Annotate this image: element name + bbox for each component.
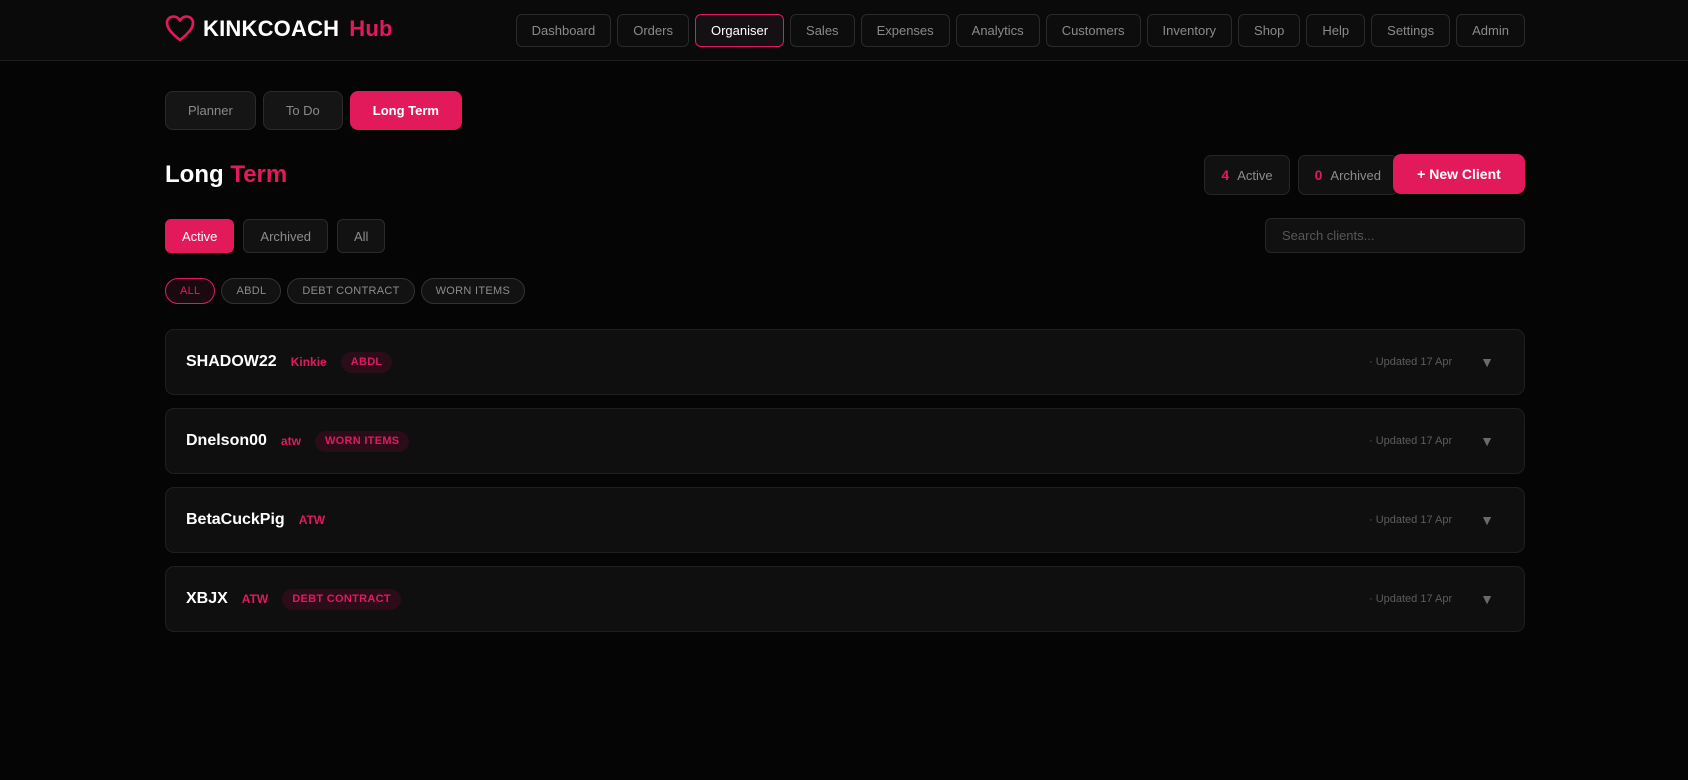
chevron-down-icon[interactable]: ▼ <box>1480 591 1494 607</box>
search-input[interactable] <box>1265 218 1525 253</box>
client-name: BetaCuckPig <box>186 511 285 528</box>
nav-item-settings[interactable]: Settings <box>1371 14 1451 47</box>
client-row[interactable]: BetaCuckPig ATW · Updated 17 Apr ▼ <box>165 487 1525 553</box>
client-tag-badge: WORN ITEMS <box>314 430 410 452</box>
category-chips: ALL ABDL DEBT CONTRACT WORN ITEMS <box>165 278 526 304</box>
client-updated-text: · Updated 17 Apr <box>1368 593 1453 605</box>
status-filters: Active Archived All <box>165 219 386 253</box>
brand-name-text: KINKCOACH <box>203 15 340 41</box>
active-count-label: Active <box>1237 167 1273 183</box>
brand[interactable]: KINKCOACH Hub <box>165 15 393 42</box>
organiser-tabs: Planner To Do Long Term <box>165 91 462 130</box>
client-tag-badge: DEBT CONTRACT <box>282 588 401 610</box>
nav-item-customers[interactable]: Customers <box>1045 14 1141 47</box>
filter-active[interactable]: Active <box>165 219 235 253</box>
client-platform: ATW <box>298 513 326 527</box>
stats-group: 4 Active 0 Archived <box>1204 155 1398 195</box>
heart-outline-icon <box>165 15 195 42</box>
nav-item-expenses[interactable]: Expenses <box>860 14 950 47</box>
client-platform: ATW <box>241 592 269 606</box>
client-name: XBJX <box>186 590 228 607</box>
filter-archived[interactable]: Archived <box>243 219 328 253</box>
chip-debt-contract[interactable]: DEBT CONTRACT <box>287 278 415 304</box>
main-nav: Dashboard Orders Organiser Sales Expenses Ana… <box>515 14 1525 47</box>
nav-item-sales[interactable]: Sales <box>790 14 855 47</box>
tab-to-do[interactable]: To Do <box>262 91 343 130</box>
nav-item-analytics[interactable]: Analytics <box>955 14 1040 47</box>
chevron-down-icon[interactable]: ▼ <box>1480 433 1494 449</box>
client-list: SHADOW22 Kinkie ABDL · Updated 17 Apr ▼ Dnels… <box>165 329 1525 632</box>
chevron-down-icon[interactable]: ▼ <box>1480 512 1494 528</box>
client-tag-badge: ABDL <box>340 351 393 373</box>
archived-count-label: Archived <box>1330 167 1381 183</box>
active-count-value: 4 <box>1221 167 1230 183</box>
chevron-down-icon[interactable]: ▼ <box>1480 354 1494 370</box>
brand-name: KINKCOACH Hub <box>203 16 393 42</box>
nav-item-admin[interactable]: Admin <box>1456 14 1525 47</box>
client-row[interactable]: XBJX ATW DEBT CONTRACT · Updated 17 Apr ▼ <box>165 566 1525 632</box>
tab-planner[interactable]: Planner <box>165 91 256 130</box>
active-count-badge: 4 Active <box>1204 155 1290 195</box>
page-title: Long Term <box>165 161 287 189</box>
client-row[interactable]: SHADOW22 Kinkie ABDL · Updated 17 Apr ▼ <box>165 329 1525 395</box>
client-platform: Kinkie <box>290 355 327 369</box>
nav-item-orders[interactable]: Orders <box>617 14 689 47</box>
client-updated-text: · Updated 17 Apr <box>1368 514 1453 526</box>
client-name: SHADOW22 <box>186 353 277 370</box>
client-platform: atw <box>280 434 301 448</box>
client-updated-text: · Updated 17 Apr <box>1368 356 1453 368</box>
nav-item-help[interactable]: Help <box>1306 14 1366 47</box>
chip-all[interactable]: ALL <box>165 278 216 304</box>
chip-abdl[interactable]: ABDL <box>221 278 282 304</box>
top-bar: KINKCOACH Hub Dashboard Orders Organiser Sal… <box>0 0 1688 61</box>
client-name: Dnelson00 <box>186 432 267 449</box>
client-row[interactable]: Dnelson00 atw WORN ITEMS · Updated 17 Apr ▼ <box>165 408 1525 474</box>
nav-item-dashboard[interactable]: Dashboard <box>515 14 612 47</box>
nav-item-shop[interactable]: Shop <box>1238 14 1301 47</box>
page-title-accent: Term <box>230 161 288 188</box>
tab-long-term[interactable]: Long Term <box>349 91 462 130</box>
archived-count-value: 0 <box>1314 167 1323 183</box>
nav-item-inventory[interactable]: Inventory <box>1146 14 1233 47</box>
filter-all[interactable]: All <box>336 219 386 253</box>
brand-accent: Hub <box>349 15 393 41</box>
client-updated-text: · Updated 17 Apr <box>1368 435 1453 447</box>
page-title-main: Long <box>165 161 224 188</box>
nav-item-organiser[interactable]: Organiser <box>694 14 785 47</box>
chip-worn-items[interactable]: WORN ITEMS <box>420 278 526 304</box>
archived-count-badge: 0 Archived <box>1297 155 1398 195</box>
new-client-button[interactable]: + New Client <box>1393 154 1525 194</box>
